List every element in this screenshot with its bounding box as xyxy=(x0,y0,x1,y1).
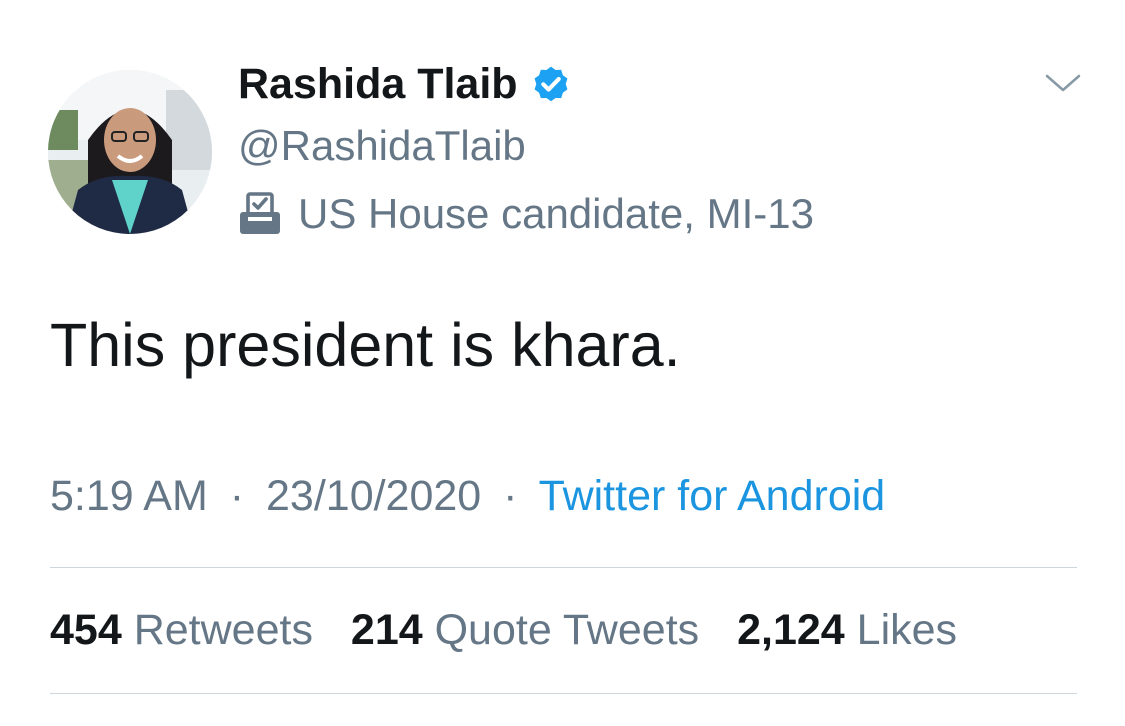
author-label-row: US House candidate, MI-13 xyxy=(236,190,814,238)
divider xyxy=(50,567,1077,568)
quote-tweets-label: Quote Tweets xyxy=(434,606,700,654)
tweet-stats: 454 Retweets 214 Quote Tweets 2,124 Like… xyxy=(50,606,983,655)
retweets-label: Retweets xyxy=(133,606,313,654)
quote-tweets-count: 214 xyxy=(350,606,423,654)
meta-separator: · xyxy=(229,472,245,520)
avatar[interactable] xyxy=(48,70,212,234)
verified-badge-icon xyxy=(534,66,568,101)
author-display-name-row[interactable]: Rashida Tlaib xyxy=(238,60,572,109)
tweet-time[interactable]: 5:19 AM xyxy=(50,472,208,520)
meta-separator: · xyxy=(503,472,518,520)
retweets-stat[interactable]: 454 Retweets xyxy=(50,606,313,654)
tweet-date[interactable]: 23/10/2020 xyxy=(266,472,481,520)
chevron-down-icon[interactable] xyxy=(1044,68,1082,98)
tweet-source-link[interactable]: Twitter for Android xyxy=(539,472,886,520)
likes-count: 2,124 xyxy=(737,606,845,654)
author-display-name[interactable]: Rashida Tlaib xyxy=(238,60,518,109)
avatar-photo xyxy=(48,70,212,234)
author-handle[interactable]: @RashidaTlaib xyxy=(238,122,526,170)
likes-stat[interactable]: 2,124 Likes xyxy=(737,606,957,654)
author-label: US House candidate, MI-13 xyxy=(298,190,814,237)
retweets-count: 454 xyxy=(50,606,122,654)
tweet-text: This president is khara. xyxy=(50,311,681,379)
likes-label: Likes xyxy=(856,606,958,654)
ballot-box-icon xyxy=(240,192,280,234)
tweet-meta: 5:19 AM · 23/10/2020 · Twitter for Andro… xyxy=(50,472,885,521)
divider xyxy=(50,693,1077,694)
quote-tweets-stat[interactable]: 214 Quote Tweets xyxy=(351,606,699,654)
